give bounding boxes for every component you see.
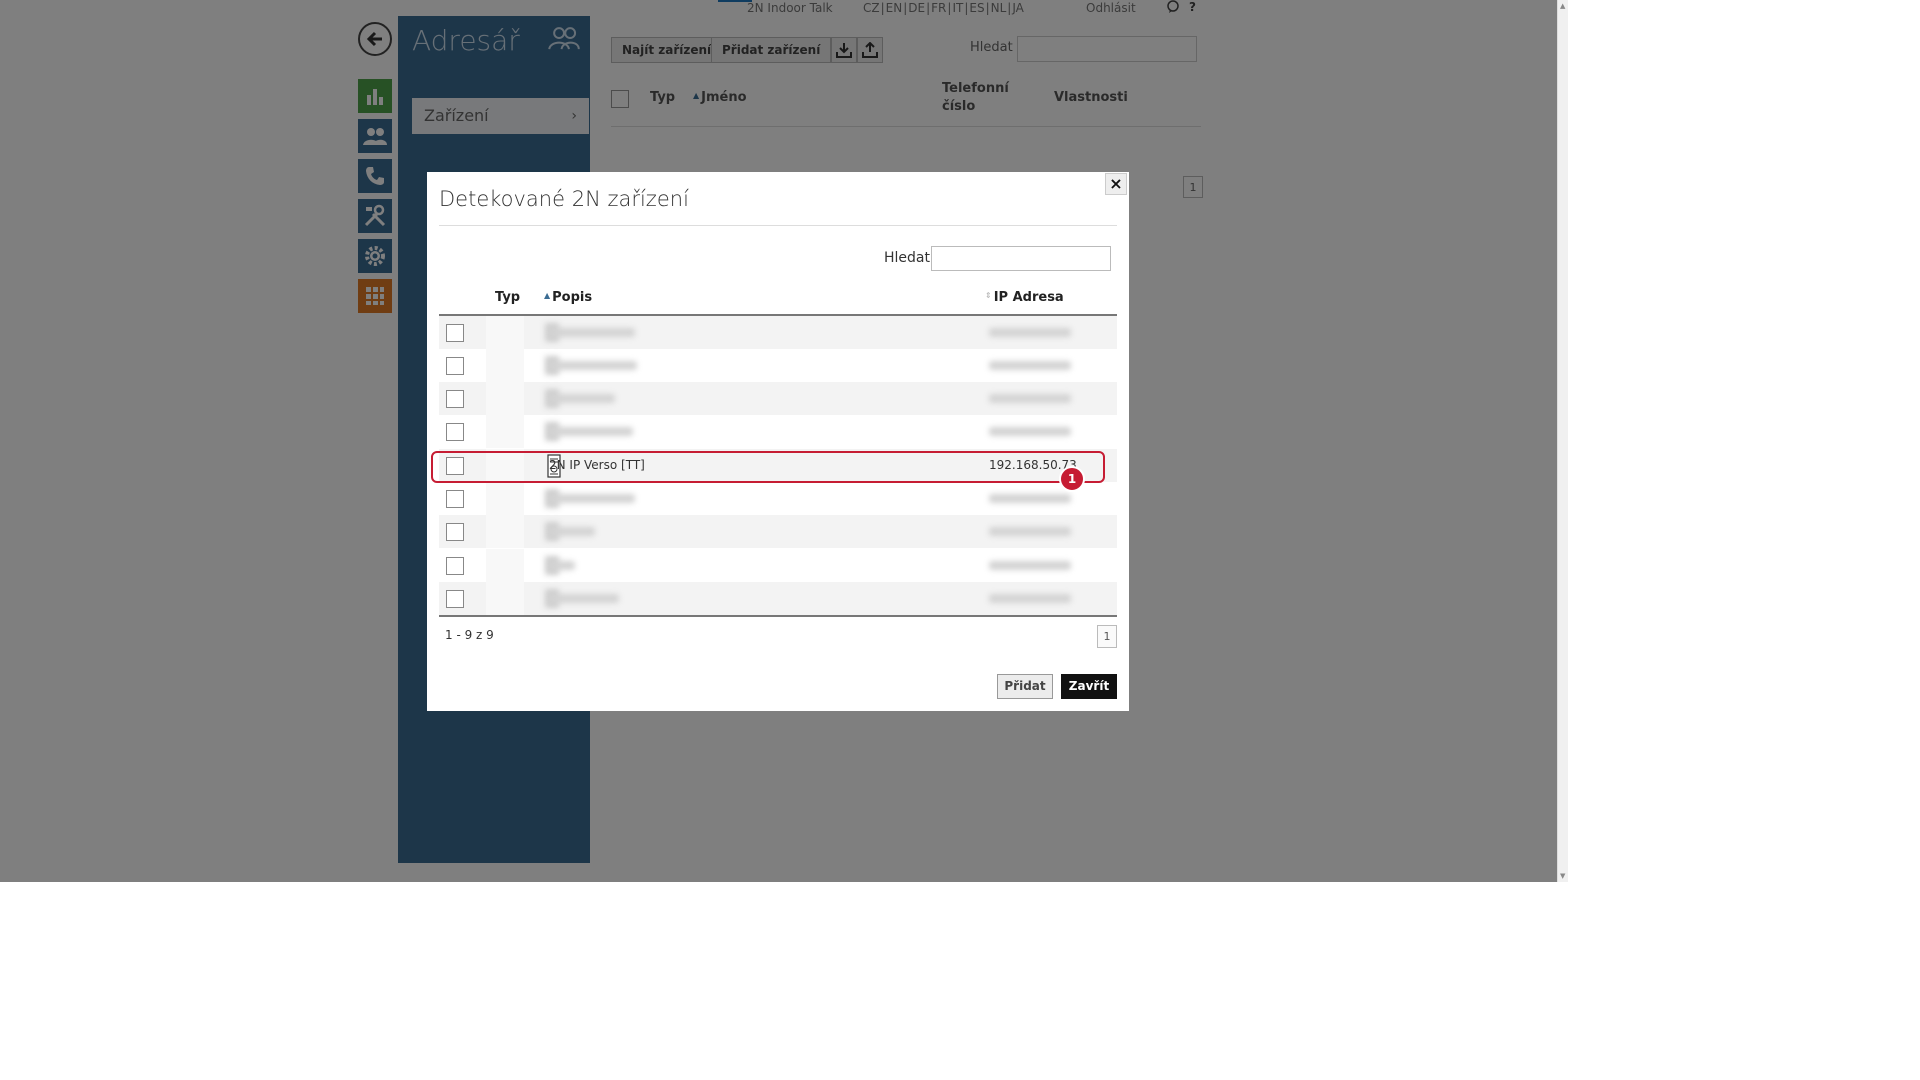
row-ip-blurred [989,394,1071,403]
row-type-cell [486,582,559,615]
row-checkbox[interactable] [446,557,464,575]
row-description-blurred [549,361,637,370]
row-type-cell [486,415,559,448]
detected-devices-dialog: × Detekované 2N zařízení Hledat Typ ▲ Pop… [427,172,1129,711]
row-type-cell [486,382,559,415]
row-description-blurred [549,427,633,436]
table-footer-line [439,615,1117,617]
dialog-search-input[interactable] [931,246,1111,271]
row-type-cell [486,549,559,582]
table-row[interactable] [439,382,1117,415]
sort-icon: ⇕ [985,291,992,300]
row-description-blurred [549,594,619,603]
dialog-title: Detekované 2N zařízení [439,187,689,211]
row-checkbox[interactable] [446,390,464,408]
table-row[interactable] [439,349,1117,382]
step-marker: 1 [1059,466,1085,492]
row-ip-blurred [989,561,1071,570]
table-row[interactable] [439,482,1117,515]
row-type-cell [486,316,559,349]
row-description-blurred [549,561,575,570]
row-ip-blurred [989,594,1071,603]
row-ip-blurred [989,527,1071,536]
row-type-cell [486,482,559,515]
row-ip-blurred [989,427,1071,436]
col-ip-header[interactable]: ⇕ IP Adresa [985,290,1064,305]
row-ip-blurred [989,328,1071,337]
row-description-blurred [549,394,615,403]
table-row[interactable] [439,415,1117,448]
sort-asc-icon: ▲ [544,291,551,300]
page-button[interactable]: 1 [1097,625,1117,648]
table-row[interactable] [439,515,1117,548]
close-button[interactable]: Zavřít [1061,674,1117,699]
dialog-search-label: Hledat [884,250,930,266]
highlight-frame [431,451,1105,483]
record-count: 1 - 9 z 9 [445,628,494,642]
row-checkbox[interactable] [446,523,464,541]
table-row[interactable] [439,582,1117,615]
row-checkbox[interactable] [446,423,464,441]
row-type-cell [486,515,559,548]
scroll-up-icon[interactable]: ▲ [1560,2,1565,10]
row-checkbox[interactable] [446,590,464,608]
row-description-blurred [549,494,635,503]
row-description-blurred [549,328,635,337]
col-popis-header[interactable]: ▲ Popis [544,290,592,305]
add-button[interactable]: Přidat [997,674,1053,699]
row-ip-blurred [989,494,1071,503]
scroll-down-icon[interactable]: ▼ [1560,872,1565,880]
row-description-blurred [549,527,595,536]
col-ip-label: IP Adresa [993,290,1064,305]
row-ip-blurred [989,361,1071,370]
col-popis-label: Popis [552,290,593,305]
row-checkbox[interactable] [446,357,464,375]
row-type-cell [486,349,559,382]
title-divider [439,225,1117,226]
table-row[interactable] [439,316,1117,349]
page-scrollbar[interactable]: ▲ ▼ [1557,0,1568,882]
col-typ-header[interactable]: Typ [495,290,520,305]
row-checkbox[interactable] [446,324,464,342]
close-icon[interactable]: × [1105,173,1127,195]
table-row[interactable] [439,549,1117,582]
row-checkbox[interactable] [446,490,464,508]
